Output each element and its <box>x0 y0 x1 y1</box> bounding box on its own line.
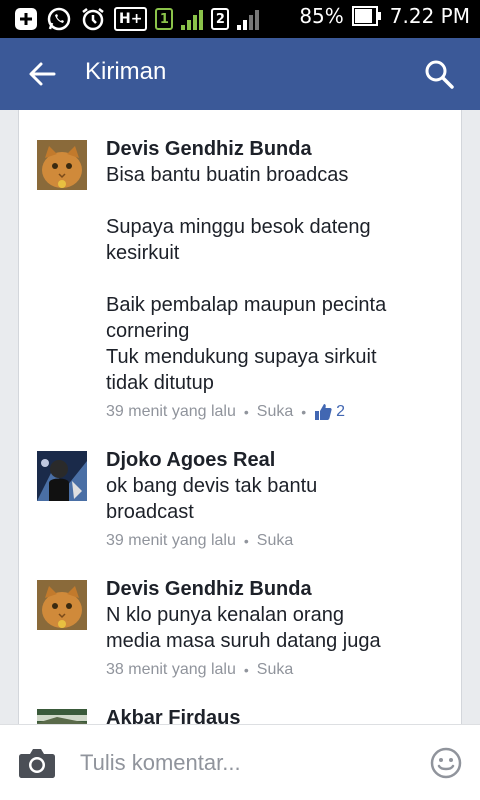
comment-meta: 38 menit yang lalu • Suka <box>106 660 446 680</box>
comments-list[interactable]: Devis Gendhiz Bunda Bisa bantu buatin br… <box>0 110 480 724</box>
meta-separator: • <box>301 404 307 420</box>
cat-avatar-icon <box>37 140 87 190</box>
comment-timestamp[interactable]: 38 menit yang lalu <box>106 660 236 680</box>
comment-text-line: N klo punya kenalan orang <box>106 604 344 626</box>
clock: 7.22 PM <box>389 4 470 28</box>
app-bar: Kiriman <box>0 38 480 110</box>
avatar[interactable] <box>37 709 87 724</box>
avatar[interactable] <box>37 451 87 501</box>
status-bar: H+ 1 2 85% 7.22 PM <box>0 0 480 38</box>
sim1-signal-icon <box>181 8 204 30</box>
comment-text-line: Supaya minggu besok dateng <box>106 216 371 238</box>
meta-separator: • <box>243 533 249 549</box>
like-button[interactable]: Suka <box>257 531 293 551</box>
comment-author[interactable]: Djoko Agoes Real <box>106 448 446 473</box>
comment-text-line: media masa suruh datang juga <box>106 630 381 652</box>
photo-avatar-icon <box>37 709 87 724</box>
like-count[interactable]: 2 <box>314 402 345 422</box>
comment-text-line: kesirkuit <box>106 242 180 264</box>
avatar[interactable] <box>37 580 87 630</box>
cat-avatar-icon <box>37 580 87 630</box>
comment-text-line <box>106 188 446 214</box>
sim1-icon: 1 <box>155 8 174 30</box>
meta-separator: • <box>243 404 249 420</box>
comment-composer <box>0 724 480 800</box>
comments-card: Devis Gendhiz Bunda Bisa bantu buatin br… <box>18 110 462 724</box>
comment-author[interactable]: Devis Gendhiz Bunda <box>106 577 446 602</box>
back-arrow-icon[interactable] <box>28 60 56 88</box>
plus-notification-icon <box>15 8 37 30</box>
network-type-icon: H+ <box>114 7 148 31</box>
alarm-icon <box>82 8 104 31</box>
comment-timestamp[interactable]: 39 menit yang lalu <box>106 402 236 422</box>
page-title: Kiriman <box>85 58 167 85</box>
sim2-icon: 2 <box>211 8 230 30</box>
thumbs-up-icon <box>315 404 332 420</box>
rider-avatar-icon <box>37 451 87 501</box>
meta-separator: • <box>243 662 249 678</box>
whatsapp-icon <box>47 7 71 31</box>
like-count-number: 2 <box>336 403 346 420</box>
comment-text-line: ok bang devis tak bantu <box>106 475 318 497</box>
comment-author[interactable]: Devis Gendhiz Bunda <box>106 137 446 162</box>
like-button[interactable]: Suka <box>257 402 293 422</box>
emoji-icon[interactable] <box>430 747 462 779</box>
camera-icon[interactable] <box>18 747 56 779</box>
comment-text-line: cornering <box>106 320 190 342</box>
comment-meta: 39 menit yang lalu • Suka • 2 <box>106 402 446 422</box>
battery-icon <box>351 6 381 26</box>
battery-percent: 85% <box>299 4 344 28</box>
comment-text-line <box>106 266 446 292</box>
comment-text-line: tidak ditutup <box>106 372 214 394</box>
comment-text-line: broadcast <box>106 501 194 523</box>
like-button[interactable]: Suka <box>257 660 293 680</box>
comment-input[interactable] <box>80 747 400 779</box>
search-icon[interactable] <box>424 59 454 89</box>
comment-text-line: Tuk mendukung supaya sirkuit <box>106 346 377 368</box>
comment-meta: 39 menit yang lalu • Suka <box>106 531 446 551</box>
comment-text-line: Baik pembalap maupun pecinta <box>106 294 387 316</box>
comment-text-line: Bisa bantu buatin broadcas <box>106 164 349 186</box>
comment-author[interactable]: Akbar Firdaus <box>106 706 446 724</box>
sim2-signal-icon <box>237 8 260 30</box>
avatar[interactable] <box>37 140 87 190</box>
comment-timestamp[interactable]: 39 menit yang lalu <box>106 531 236 551</box>
